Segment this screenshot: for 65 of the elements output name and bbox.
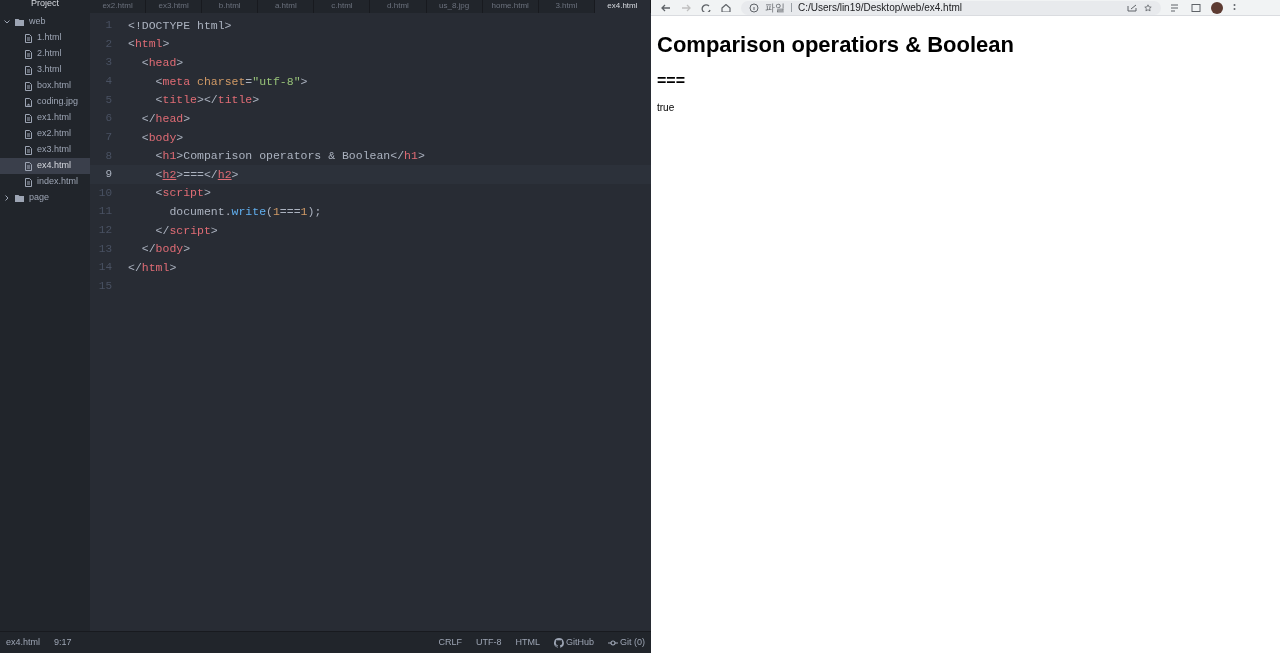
panel-title: Project [30,0,60,10]
file-item[interactable]: ex4.html [0,158,90,174]
code-line: <html> [128,36,170,53]
folder-item[interactable]: web [0,14,90,30]
file-icon [25,129,32,139]
code-line: <h1>Comparison operators & Boolean</h1> [154,148,425,165]
code-line: <meta charset="utf-8"> [154,73,308,90]
reload-icon[interactable] [701,3,711,12]
page-heading: Comparison operatiors & Boolean [657,32,1014,58]
encoding[interactable]: UTF-8 [475,635,502,650]
address-bar[interactable]: 파일 C:/Users/lin19/Desktop/web/ex4.html [741,0,1161,15]
code-line: </html> [128,260,177,276]
commit-icon [608,639,618,646]
folder-icon [15,194,24,202]
more-icon[interactable] [1233,3,1236,12]
folder-icon [15,18,24,26]
file-icon [25,177,32,187]
file-icon [25,113,32,123]
code-line: <body> [140,129,184,146]
code-line: <script> [154,185,211,202]
file-item[interactable]: ex3.html [0,142,90,158]
file-item[interactable]: ex1.html [0,110,90,126]
home-icon[interactable] [721,3,731,12]
back-icon[interactable] [661,3,671,12]
code-line: </body> [140,241,191,258]
git-button[interactable]: Git (0) [608,635,645,650]
output-text: true [657,101,675,115]
file-item[interactable]: box.html [0,78,90,94]
url-text: C:/Users/lin19/Desktop/web/ex4.html [798,1,962,14]
avatar[interactable] [1211,1,1223,14]
share-icon[interactable] [1127,3,1137,12]
file-item[interactable]: 3.html [0,62,90,78]
file-icon [25,49,32,59]
page-subheading: === [657,71,686,91]
file-item[interactable]: 2.html [0,46,90,62]
file-item[interactable]: index.html [0,174,90,190]
grammar[interactable]: HTML [515,635,540,650]
file-icon [25,145,32,155]
code-line: <h2>===</h2> [154,166,239,183]
file-item[interactable]: 1.html [0,30,90,46]
image-file-icon [25,97,32,107]
sidepanel-icon[interactable] [1191,3,1201,12]
status-filename[interactable]: ex4.html [6,635,40,650]
octocat-icon [553,637,564,648]
folder-item[interactable]: page [0,190,90,206]
star-icon[interactable] [1143,3,1153,12]
file-icon [25,161,32,171]
file-item[interactable]: ex2.html [0,126,90,142]
code-line: document.write(1===1); [168,204,322,221]
file-item[interactable]: coding.jpg [0,94,90,110]
code-line: <title></title> [154,92,260,109]
code-line: </script> [154,222,218,239]
file-icon [25,33,32,43]
cursor-position[interactable]: 9:17 [54,635,72,650]
info-icon [749,2,759,13]
line-number: 9 [104,167,113,183]
line-ending[interactable]: CRLF [438,635,462,650]
code-line: </head> [140,110,191,127]
scheme-label: 파일 [765,1,785,14]
file-icon [25,65,32,75]
code-line: <!DOCTYPE html> [128,17,232,34]
file-icon [25,81,32,91]
code-line: <head> [140,54,184,71]
editor-tab[interactable]: ex4.html [594,0,651,13]
github-button[interactable]: GitHub [553,635,594,650]
